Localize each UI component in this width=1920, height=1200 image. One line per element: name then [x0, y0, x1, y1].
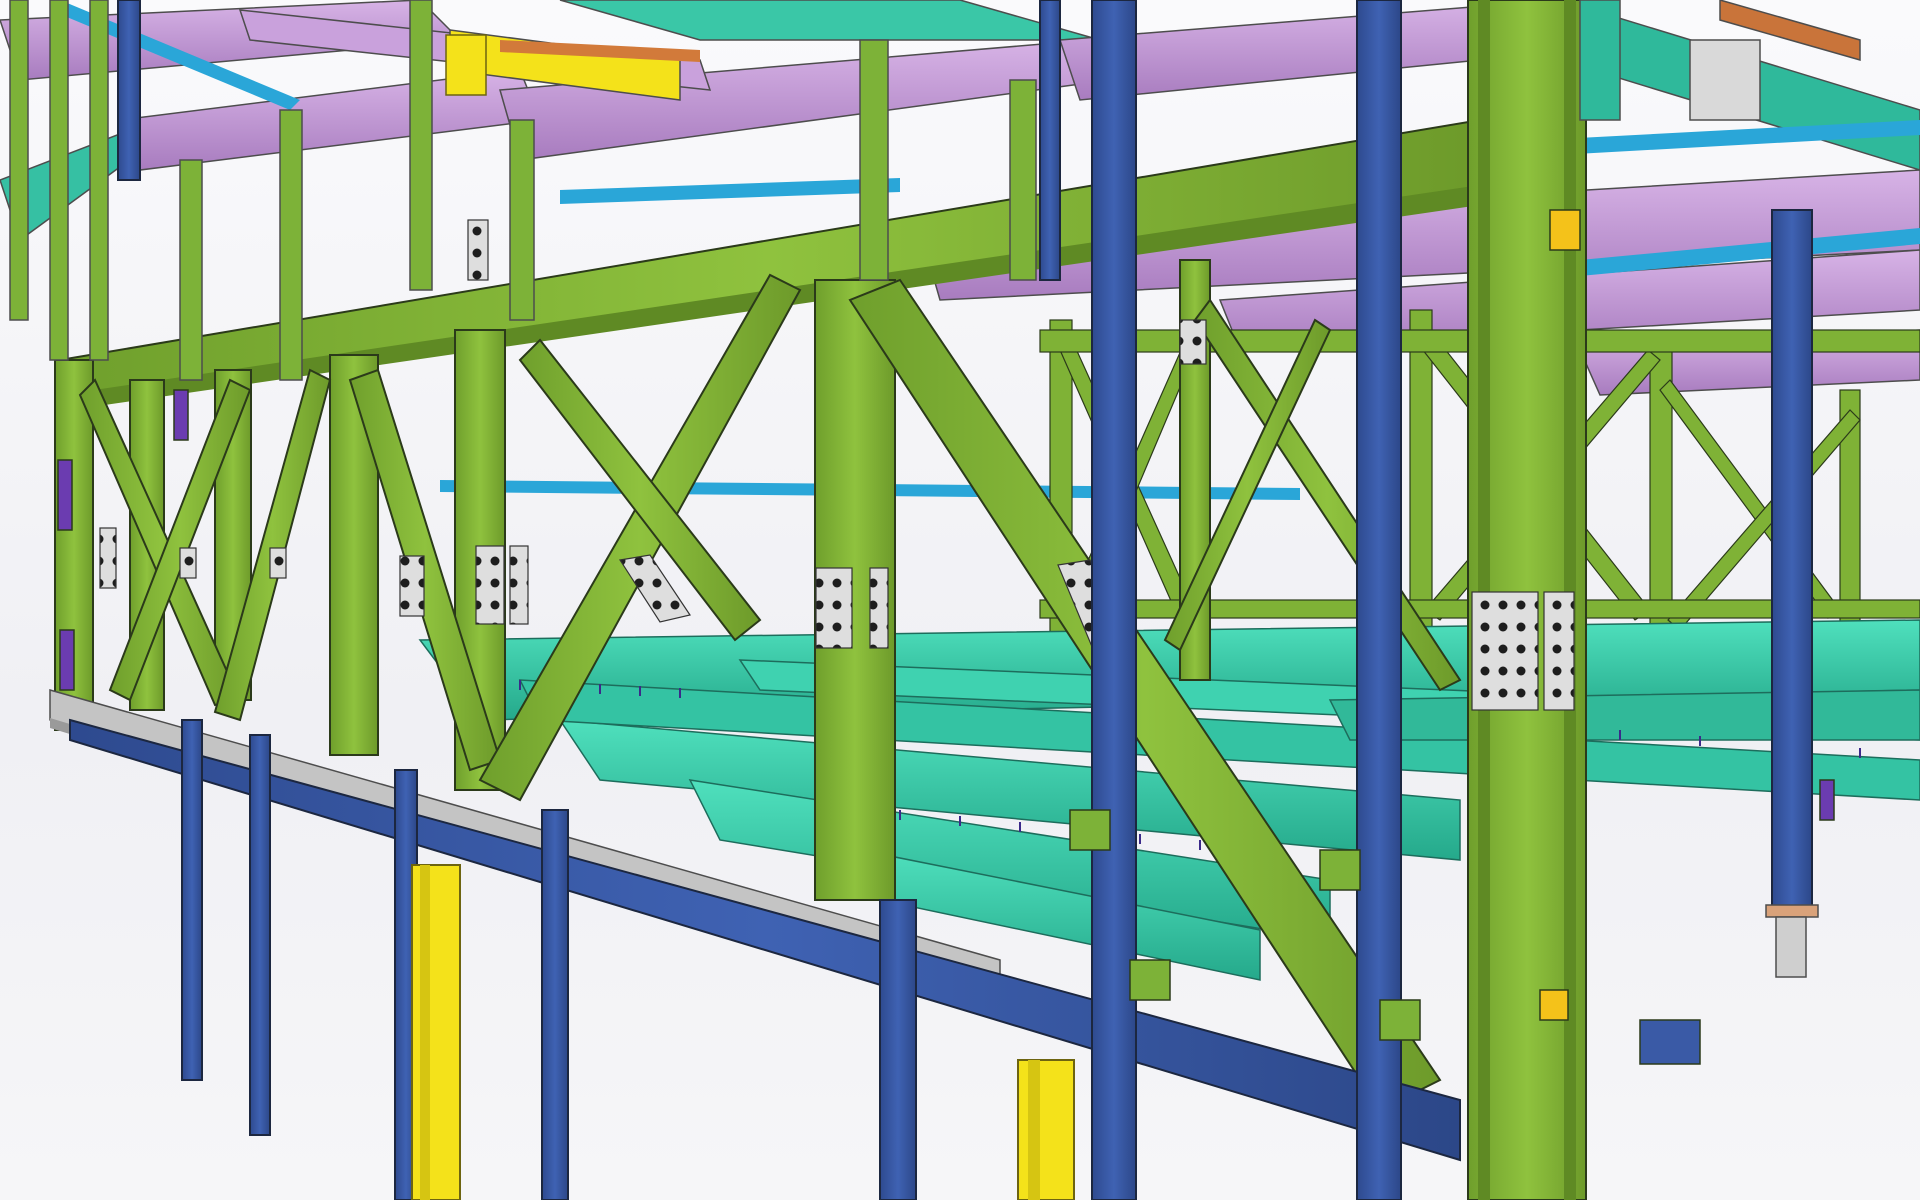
green-column: [49, 0, 69, 361]
purple-connector: [173, 389, 189, 441]
yellow-post: [411, 864, 461, 1200]
detached-connector: [1639, 1019, 1701, 1065]
purple-connector: [59, 629, 75, 691]
bolted-plate: [1543, 591, 1575, 711]
anchor-bolts: [1775, 916, 1807, 978]
bolted-plate: [399, 555, 425, 617]
bolted-plate: [815, 567, 853, 649]
blue-column: [181, 719, 203, 1081]
detached-connector: [1549, 209, 1581, 251]
blue-column: [117, 0, 141, 181]
green-column: [9, 0, 29, 321]
blue-column: [1091, 0, 1137, 1200]
teal-floor-beams: [418, 619, 1920, 981]
green-column: [1009, 79, 1037, 281]
green-column: [409, 0, 433, 291]
yellow-post: [445, 34, 487, 96]
blue-column: [1039, 0, 1061, 281]
green-column: [279, 109, 303, 381]
bolted-plate: [509, 545, 529, 625]
yellow-post-flange: [420, 865, 430, 1200]
blue-column: [879, 899, 917, 1200]
bolted-plate: [467, 219, 489, 281]
clip-angle: [1069, 809, 1111, 851]
green-column: [509, 119, 535, 321]
cyan-secondary-beam: [560, 178, 900, 204]
blue-column: [249, 734, 271, 1136]
base-plate: [1765, 904, 1819, 918]
structural-model-render: [0, 0, 1920, 1200]
clip-angle: [1129, 959, 1171, 1001]
teal-connection: [1579, 0, 1621, 121]
green-column: [859, 39, 889, 281]
bolted-plate: [269, 547, 287, 579]
far-brace: [1667, 409, 1861, 631]
bolted-plate: [475, 545, 505, 625]
yellow-post-flange: [1028, 1060, 1040, 1200]
detached-connector: [1539, 989, 1569, 1021]
green-column: [89, 0, 109, 361]
bolted-plate: [179, 547, 197, 579]
bolted-plate: [869, 567, 889, 649]
connection-plate: [1689, 39, 1761, 121]
3d-model-viewport[interactable]: [0, 0, 1920, 1200]
clip-angle: [1319, 849, 1361, 891]
blue-column: [1771, 209, 1813, 911]
teal-roof-beam: [559, 0, 1101, 41]
purple-connector: [1819, 779, 1835, 821]
purple-connector: [57, 459, 73, 531]
yellow-post: [1017, 1059, 1075, 1200]
clip-angle: [1379, 999, 1421, 1041]
bolted-plate: [99, 527, 117, 589]
bolted-plate: [1471, 591, 1539, 711]
blue-column: [541, 809, 569, 1200]
green-column: [179, 159, 203, 381]
bolted-plate: [1179, 319, 1207, 365]
